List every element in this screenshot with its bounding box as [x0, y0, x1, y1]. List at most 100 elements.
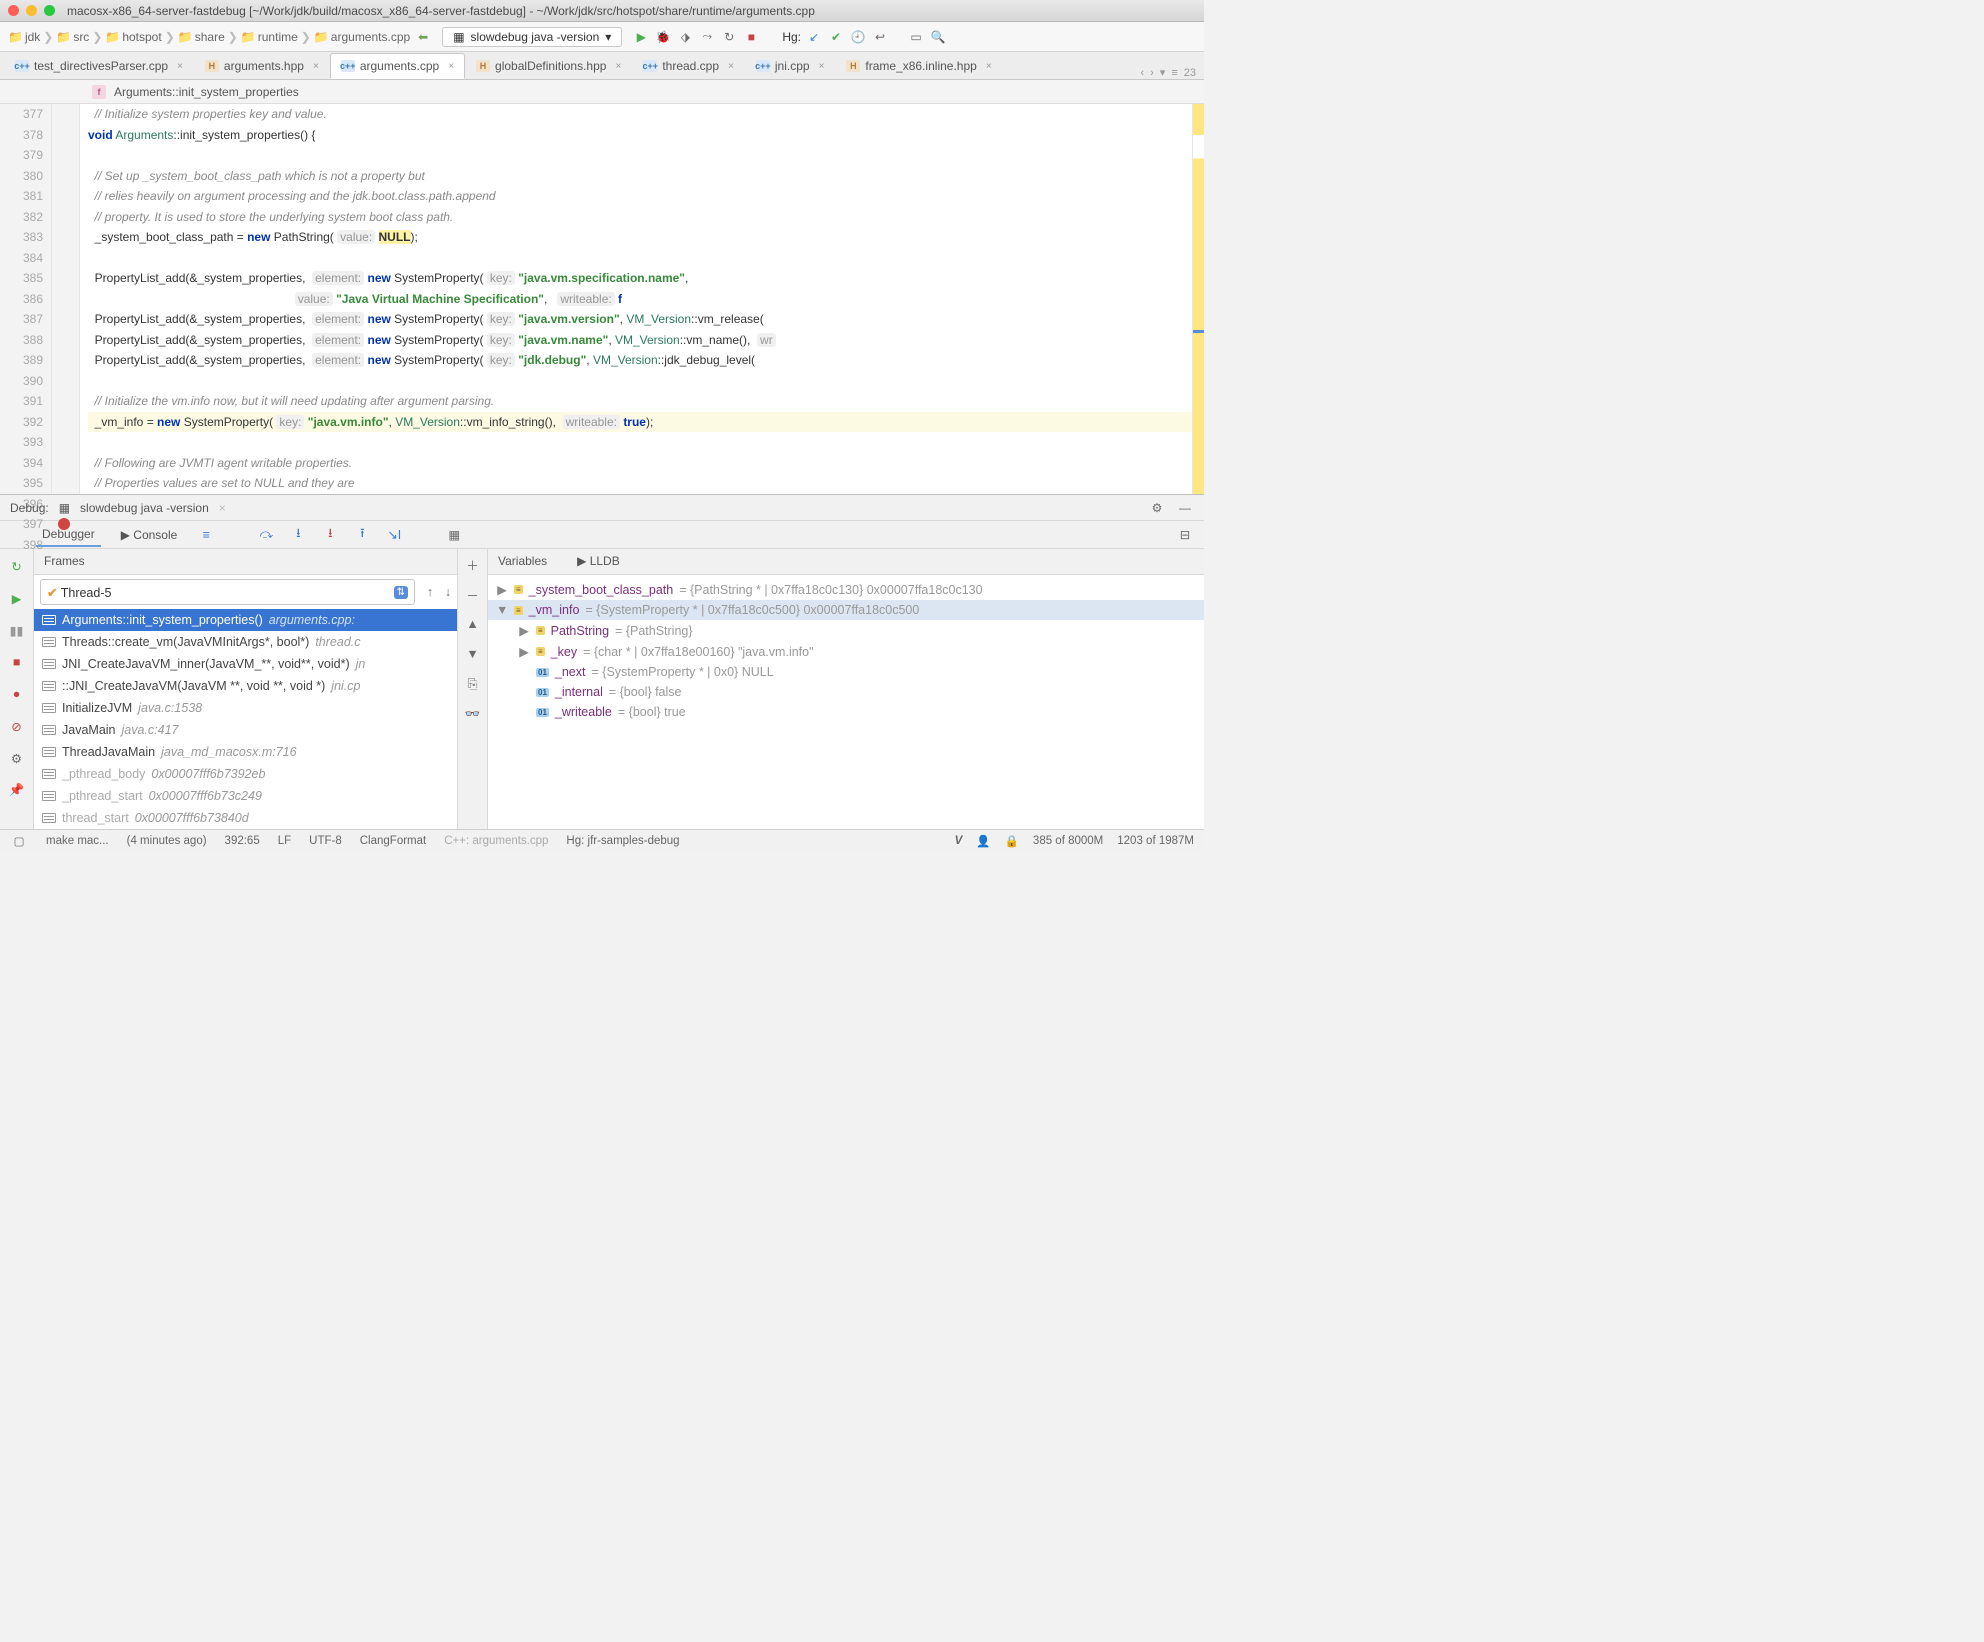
editor-tab[interactable]: c++test_directivesParser.cpp× [4, 53, 194, 79]
editor-tab[interactable]: Hframe_x86.inline.hpp× [835, 53, 1002, 79]
copy-icon[interactable]: ⎘ [464, 675, 482, 693]
run-icon[interactable]: ▶ [632, 28, 650, 46]
variable-row[interactable]: ▶≡ _key = {char * | 0x7ffa18e00160} "jav… [488, 641, 1204, 662]
expand-icon[interactable]: ▼ [496, 603, 508, 617]
step-out-icon[interactable]: ⭱ [353, 526, 371, 544]
variable-row[interactable]: 01 _writeable = {bool} true [488, 702, 1204, 722]
marker-gutter[interactable] [52, 104, 80, 494]
close-window-icon[interactable] [8, 5, 19, 16]
frame-row[interactable]: _pthread_start 0x00007fff6b73c249 [34, 785, 457, 807]
code-line[interactable] [88, 248, 1192, 269]
down-watch-icon[interactable]: ▼ [464, 645, 482, 663]
revert-icon[interactable]: ↩ [871, 28, 889, 46]
threads-icon[interactable]: ≡ [197, 526, 215, 544]
frame-row[interactable]: JavaMain java.c:417 [34, 719, 457, 741]
editor-tab[interactable]: c++thread.cpp× [632, 53, 745, 79]
status-fmt[interactable]: ClangFormat [360, 835, 426, 847]
tab-console[interactable]: ▶ Console [115, 524, 184, 546]
update-icon[interactable]: ↙ [805, 28, 823, 46]
frame-row[interactable]: ThreadJavaMain java_md_macosx.m:716 [34, 741, 457, 763]
code-line[interactable]: void Arguments::init_system_properties()… [88, 125, 1192, 146]
code-line[interactable]: // property. It is used to store the und… [88, 207, 1192, 228]
status-enc[interactable]: UTF-8 [309, 835, 342, 847]
frame-row[interactable]: InitializeJVM java.c:1538 [34, 697, 457, 719]
code-line[interactable]: PropertyList_add(&_system_properties, el… [88, 309, 1192, 330]
variable-row[interactable]: 01 _next = {SystemProperty * | 0x0} NULL [488, 662, 1204, 682]
variable-row[interactable]: ▶≡ PathString = {PathString} [488, 620, 1204, 641]
close-icon[interactable]: × [313, 61, 319, 72]
expand-icon[interactable]: ▶ [518, 644, 530, 659]
variable-row[interactable]: ▶≡ _system_boot_class_path = {PathString… [488, 579, 1204, 600]
ide-settings-icon[interactable]: ▭ [907, 28, 925, 46]
code-line[interactable]: // relies heavily on argument processing… [88, 186, 1192, 207]
breadcrumb-item[interactable]: src [73, 30, 89, 44]
pin-icon[interactable]: 📌 [8, 781, 26, 799]
code-line[interactable] [88, 145, 1192, 166]
zoom-window-icon[interactable] [44, 5, 55, 16]
code-line[interactable]: // Following are JVMTI agent writable pr… [88, 453, 1192, 474]
run-to-cursor-icon[interactable]: ↘I [385, 526, 403, 544]
status-branch[interactable]: Hg: jfr-samples-debug [566, 835, 679, 847]
tab-overflow[interactable]: ‹ › ▾ ≡23 [1140, 66, 1204, 79]
up-watch-icon[interactable]: ▲ [464, 615, 482, 633]
breadcrumb-item[interactable]: hotspot [122, 30, 161, 44]
minimap[interactable] [1192, 104, 1204, 494]
commit-icon[interactable]: ✔ [827, 28, 845, 46]
close-tab-icon[interactable]: × [219, 501, 226, 515]
code-line[interactable]: value: "Java Virtual Machine Specificati… [88, 289, 1192, 310]
nav-bar[interactable]: f Arguments::init_system_properties [0, 80, 1204, 104]
mute-breakpoints-icon[interactable]: ⊘ [8, 717, 26, 735]
rerun-icon[interactable]: ↻ [8, 557, 26, 575]
vim-icon[interactable]: V [955, 835, 963, 847]
expand-icon[interactable]: ▶ [518, 623, 530, 638]
debug-icon[interactable]: 🐞 [654, 28, 672, 46]
attach-icon[interactable]: ↻ [720, 28, 738, 46]
editor-tab[interactable]: HglobalDefinitions.hpp× [465, 53, 632, 79]
code-line[interactable]: // Set up _system_boot_class_path which … [88, 166, 1192, 187]
code-line[interactable]: // Initialize the vm.info now, but it wi… [88, 391, 1192, 412]
code-line[interactable]: PropertyList_add(&_system_properties, el… [88, 330, 1192, 351]
breadcrumb[interactable]: 📁 jdk❯📁 src❯📁 hotspot❯📁 share❯📁 runtime❯… [8, 30, 410, 44]
variables-tree[interactable]: ▶≡ _system_boot_class_path = {PathString… [488, 575, 1204, 829]
status-mem[interactable]: 385 of 8000M [1033, 835, 1103, 847]
frame-row[interactable]: _pthread_body 0x00007fff6b7392eb [34, 763, 457, 785]
close-icon[interactable]: × [615, 61, 621, 72]
code-area[interactable]: // Initialize system properties key and … [80, 104, 1192, 494]
minimize-window-icon[interactable] [26, 5, 37, 16]
resume-icon[interactable]: ▶ [8, 589, 26, 607]
add-watch-icon[interactable]: ＋ [464, 555, 482, 573]
variable-row[interactable]: 01 _internal = {bool} false [488, 682, 1204, 702]
breakpoint-icon[interactable] [58, 518, 70, 530]
force-step-into-icon[interactable]: ⭳ [321, 526, 339, 544]
status-ctx[interactable]: C++: arguments.cpp [444, 835, 548, 847]
editor-tab[interactable]: c++arguments.cpp× [330, 53, 465, 79]
thread-selector[interactable]: ✔ Thread-5 ⇅ [40, 579, 415, 605]
close-icon[interactable]: × [728, 61, 734, 72]
layout-icon[interactable]: ⊟ [1176, 526, 1194, 544]
frame-row[interactable]: ::JNI_CreateJavaVM(JavaVM **, void **, v… [34, 675, 457, 697]
close-icon[interactable]: × [819, 61, 825, 72]
frame-list[interactable]: Arguments::init_system_properties() argu… [34, 609, 457, 829]
view-breakpoints-icon[interactable]: ● [8, 685, 26, 703]
variable-row[interactable]: ▼≡ _vm_info = {SystemProperty * | 0x7ffa… [488, 600, 1204, 620]
breadcrumb-item[interactable]: arguments.cpp [331, 30, 410, 44]
prev-frame-icon[interactable]: ↑ [421, 583, 439, 601]
history-icon[interactable]: 🕘 [849, 28, 867, 46]
frame-row[interactable]: Threads::create_vm(JavaVMInitArgs*, bool… [34, 631, 457, 653]
next-frame-icon[interactable]: ↓ [439, 583, 457, 601]
step-over-icon[interactable]: ⤼ [257, 526, 275, 544]
code-line[interactable]: // Properties values are set to NULL and… [88, 473, 1192, 494]
glasses-icon[interactable]: 👓 [464, 705, 482, 723]
editor[interactable]: 3773783793803813823833843853863873883893… [0, 104, 1204, 494]
editor-tab[interactable]: c++jni.cpp× [745, 53, 836, 79]
editor-tab[interactable]: Harguments.hpp× [194, 53, 330, 79]
inspector-icon[interactable]: 👤 [976, 834, 990, 848]
frame-row[interactable]: JNI_CreateJavaVM_inner(JavaVM_**, void**… [34, 653, 457, 675]
back-icon[interactable]: ⬅ [414, 28, 432, 46]
settings-icon[interactable]: ⚙ [8, 749, 26, 767]
minimize-panel-icon[interactable]: — [1176, 499, 1194, 517]
expand-icon[interactable]: ▶ [496, 582, 508, 597]
profile-icon[interactable]: ⤳ [698, 28, 716, 46]
code-line[interactable] [88, 371, 1192, 392]
status-pos[interactable]: 392:65 [225, 835, 260, 847]
